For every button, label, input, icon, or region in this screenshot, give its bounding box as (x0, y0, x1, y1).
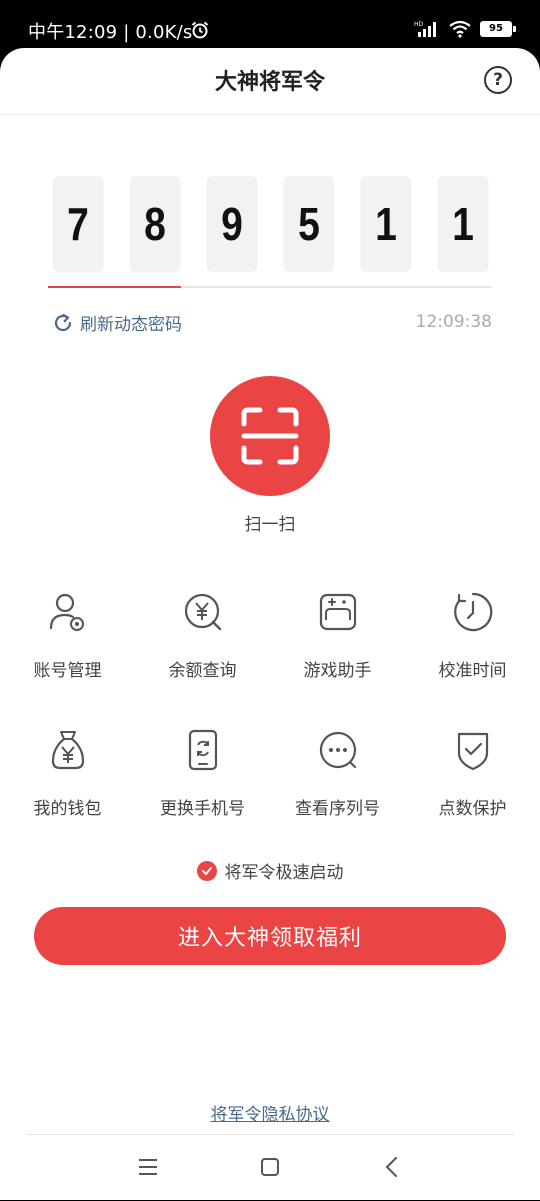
balance-query-button[interactable]: 余额查询 (135, 588, 270, 726)
grid-label: 游戏助手 (303, 661, 372, 681)
grid-label: 更换手机号 (160, 799, 245, 819)
grid-label: 校准时间 (438, 661, 507, 681)
svg-text:HD: HD (414, 21, 424, 28)
otp-digit: 1 (437, 176, 489, 272)
scan-icon (241, 407, 299, 465)
menu-icon[interactable] (136, 1155, 160, 1179)
gamepad-icon (319, 593, 356, 631)
signal-icon: HD (414, 21, 436, 37)
grid-label: 余额查询 (168, 661, 237, 681)
otp-digit: 9 (206, 176, 258, 272)
main-sheet: 大神将军令 ? 7 8 9 5 1 1 刷新动态密码 12:09:38 扫一扫 (0, 48, 540, 1200)
view-serial-button[interactable]: 查看序列号 (270, 726, 405, 864)
wifi-icon (449, 20, 471, 38)
grid-label: 查看序列号 (295, 799, 380, 819)
otp-digit: 5 (283, 176, 335, 272)
otp-progress-fill (48, 286, 182, 288)
money-bag-icon (51, 731, 84, 770)
home-icon[interactable] (258, 1155, 282, 1179)
scan-label: 扫一扫 (244, 515, 296, 535)
grid-label: 我的钱包 (33, 799, 102, 819)
otp-digit: 7 (52, 176, 104, 272)
check-icon (201, 866, 212, 875)
status-right: HD 95 (414, 20, 516, 38)
otp-digits: 7 8 9 5 1 1 (48, 176, 493, 272)
change-phone-button[interactable]: 更换手机号 (135, 726, 270, 864)
battery-icon: 95 (480, 21, 516, 37)
refresh-icon (54, 313, 72, 331)
chat-dots-icon (319, 731, 356, 769)
my-wallet-button[interactable]: 我的钱包 (0, 726, 135, 864)
shield-check-icon (457, 732, 488, 771)
refresh-otp-button[interactable]: 刷新动态密码 (52, 310, 182, 335)
otp-progress-track (48, 286, 492, 288)
otp-timestamp: 12:09:38 (415, 312, 492, 332)
grid-row: 我的钱包 更换手机号 查看序列号 点数保护 (0, 726, 540, 864)
otp-digit: 1 (360, 176, 412, 272)
alarm-icon (191, 21, 209, 39)
enter-dashen-button[interactable]: 进入大神领取福利 (34, 907, 506, 965)
balance-search-icon (184, 593, 221, 631)
scan-button[interactable] (210, 376, 330, 496)
system-nav-bar (26, 1134, 514, 1201)
status-clock: 中午12:09 (28, 22, 118, 43)
phone-change-icon (188, 729, 217, 771)
fast-start-checkbox[interactable] (196, 860, 217, 881)
grid-label: 点数保护 (438, 799, 507, 819)
help-icon[interactable]: ? (484, 66, 512, 94)
grid-row: 账号管理 余额查询 游戏助手 校准时间 (0, 588, 540, 726)
fast-start-label: 将军令极速启动 (224, 863, 344, 883)
status-time: 中午12:09 | 0.0K/s (28, 22, 193, 43)
points-protection-button[interactable]: 点数保护 (405, 726, 540, 864)
network-speed: 0.0K/s (135, 22, 193, 43)
battery-level: 95 (489, 23, 503, 34)
title-bar: 大神将军令 ? (0, 48, 540, 115)
privacy-policy-link[interactable]: 将军令隐私协议 (0, 1100, 540, 1125)
back-icon[interactable] (380, 1155, 404, 1179)
page-title: 大神将军令 (214, 70, 325, 95)
account-management-button[interactable]: 账号管理 (0, 588, 135, 726)
calibrate-time-button[interactable]: 校准时间 (405, 588, 540, 726)
fast-start-option: 将军令极速启动 (0, 858, 540, 883)
refresh-otp-label: 刷新动态密码 (80, 315, 182, 335)
clock-icon (453, 592, 492, 632)
grid-label: 账号管理 (33, 661, 102, 681)
feature-grid: 账号管理 余额查询 游戏助手 校准时间 我的钱包 更换手机号 查看序列号 点数保… (0, 588, 540, 864)
game-assistant-button[interactable]: 游戏助手 (270, 588, 405, 726)
account-settings-icon (49, 593, 84, 631)
otp-digit: 8 (129, 176, 181, 272)
